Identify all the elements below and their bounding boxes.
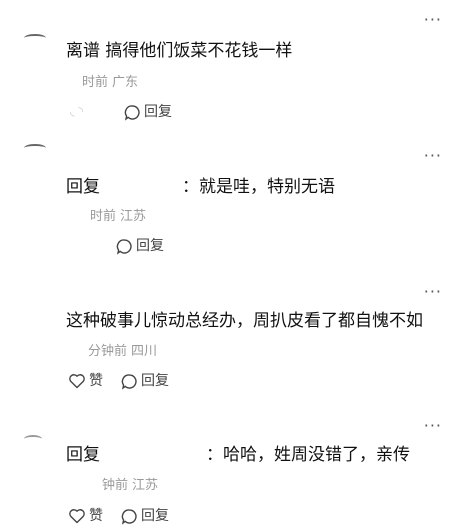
reply-prefix: 回复 <box>66 445 100 465</box>
reply-prefix: 回复 <box>66 177 100 197</box>
comment-location: 广东 <box>112 75 139 90</box>
avatar[interactable] <box>24 144 46 152</box>
comment-item: ··· 回复 ：哈哈，姓周没错了，亲传 钟前 江苏 赞 回复 <box>0 405 464 528</box>
comment-time: 钟前 <box>102 478 129 493</box>
like-fragment[interactable]: ◟ ◝ <box>70 104 83 118</box>
reply-button[interactable]: 回复 <box>121 507 169 525</box>
heart-like-icon <box>68 373 86 389</box>
reply-bubble-icon <box>124 104 141 121</box>
comment-location: 四川 <box>131 344 158 359</box>
reply-button[interactable]: 回复 <box>121 372 169 390</box>
comment-time: 时前 <box>90 209 117 224</box>
comment-text: 回复 ：就是哇，特别无语 <box>66 176 335 198</box>
comment-text: 这种破事儿惊动总经办，周扒皮看了都自愧不如 <box>66 311 423 331</box>
more-options-icon[interactable]: ··· <box>424 418 442 434</box>
like-label: 赞 <box>89 373 103 389</box>
like-button[interactable]: 赞 <box>68 372 103 390</box>
reply-bubble-icon <box>121 508 138 525</box>
comment-body: ：哈哈，姓周没错了，亲传 <box>206 445 410 465</box>
comment-meta: 钟前 江苏 <box>102 478 158 494</box>
reply-bubble-icon <box>121 373 138 390</box>
comment-text: 回复 ：哈哈，姓周没错了，亲传 <box>66 444 410 466</box>
reply-label: 回复 <box>141 508 169 524</box>
like-label: 赞 <box>89 508 103 524</box>
reply-label: 回复 <box>136 238 164 254</box>
comment-time: 时前 <box>82 75 109 90</box>
comment-item: ··· 离谱 搞得他们饭菜不花钱一样 时前 广东 ◟ ◝ 回复 <box>0 0 464 130</box>
reply-button[interactable]: 回复 <box>116 237 164 255</box>
more-options-icon[interactable]: ··· <box>424 148 442 164</box>
comment-time: 分钟前 <box>88 344 128 359</box>
heart-like-icon <box>68 508 86 524</box>
reply-label: 回复 <box>141 373 169 389</box>
comment-meta: 分钟前 四川 <box>88 344 157 360</box>
comment-item: ··· 回复 ：就是哇，特别无语 时前 江苏 回复 <box>0 130 464 275</box>
more-options-icon[interactable]: ··· <box>424 284 442 300</box>
comment-text: 离谱 搞得他们饭菜不花钱一样 <box>66 41 293 61</box>
reply-button[interactable]: 回复 <box>124 103 172 121</box>
reply-bubble-icon <box>116 238 133 255</box>
comment-location: 江苏 <box>120 209 147 224</box>
more-options-icon[interactable]: ··· <box>424 12 442 28</box>
like-button[interactable]: 赞 <box>68 507 103 525</box>
reply-label: 回复 <box>144 104 172 120</box>
comment-meta: 时前 江苏 <box>90 209 146 225</box>
comment-meta: 时前 广东 <box>82 75 138 91</box>
comment-body: ：就是哇，特别无语 <box>182 177 335 197</box>
comment-item: ··· 这种破事儿惊动总经办，周扒皮看了都自愧不如 分钟前 四川 赞 回复 <box>0 275 464 405</box>
avatar[interactable] <box>24 34 46 42</box>
comment-location: 江苏 <box>132 478 159 493</box>
comment-list: ··· 离谱 搞得他们饭菜不花钱一样 时前 广东 ◟ ◝ 回复 ··· 回复 ：就是… <box>0 0 464 528</box>
avatar[interactable] <box>24 435 42 443</box>
